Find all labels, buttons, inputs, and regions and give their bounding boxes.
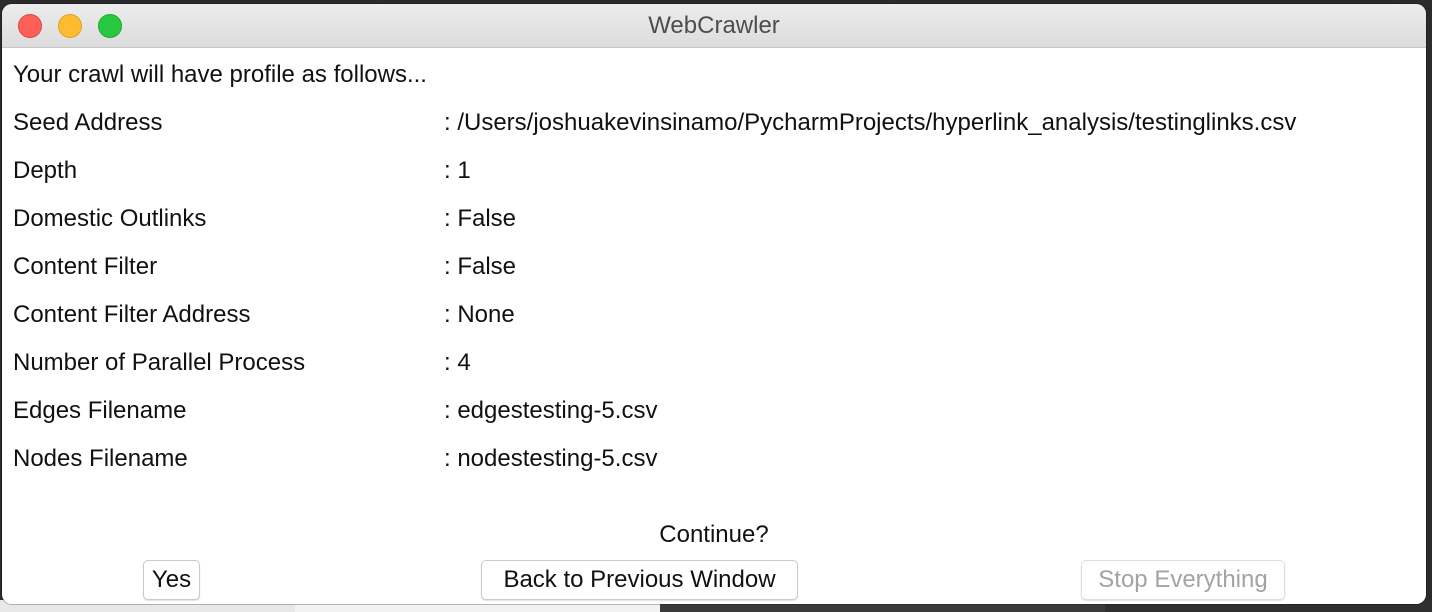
intro-text: Your crawl will have profile as follows.… <box>13 61 427 88</box>
profile-value: : edgestesting-5.csv <box>444 397 658 424</box>
title-bar: WebCrawler <box>2 4 1426 48</box>
profile-value: : nodestesting-5.csv <box>444 445 658 472</box>
back-to-previous-window-button[interactable]: Back to Previous Window <box>481 560 798 600</box>
profile-value: : None <box>444 301 515 328</box>
profile-value: : 1 <box>444 157 471 184</box>
profile-label: Number of Parallel Process <box>13 349 306 376</box>
profile-label: Content Filter Address <box>13 301 251 328</box>
window-title: WebCrawler <box>648 12 780 39</box>
yes-button[interactable]: Yes <box>143 560 200 600</box>
stop-everything-button[interactable]: Stop Everything <box>1081 560 1285 600</box>
profile-value: : False <box>444 205 517 232</box>
profile-label: Nodes Filename <box>13 445 188 472</box>
profile-label: Seed Address <box>13 109 163 136</box>
profile-value: : /Users/joshuakevinsinamo/PycharmProjec… <box>444 109 1297 136</box>
profile-label: Domestic Outlinks <box>13 205 207 232</box>
crawl-profile-content: Your crawl will have profile as follows.… <box>2 48 1426 604</box>
profile-label: Depth <box>13 157 78 184</box>
continue-prompt: Continue? <box>659 521 769 548</box>
profile-value: : 4 <box>444 349 471 376</box>
profile-label: Edges Filename <box>13 397 187 424</box>
profile-value: : False <box>444 253 517 280</box>
profile-label: Content Filter <box>13 253 158 280</box>
webcrawler-window: WebCrawler Your crawl will have profile … <box>2 4 1426 604</box>
